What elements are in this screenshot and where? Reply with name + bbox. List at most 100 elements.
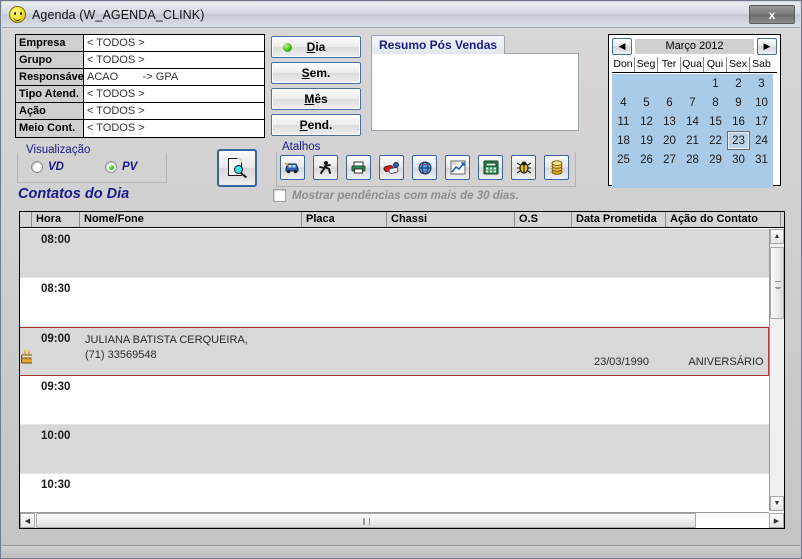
calendar-day-cell[interactable]: 19 [635,131,658,150]
calendar-day-cell[interactable]: 12 [635,112,658,131]
preview-report-button[interactable] [217,149,257,187]
calendar-day-cell[interactable]: 21 [681,131,704,150]
calendar-day-cell[interactable]: 29 [704,150,727,169]
calendar-day-cell[interactable]: 31 [750,150,773,169]
radio-pv[interactable]: PV [105,161,137,173]
scroll-right-button[interactable]: ▶ [769,513,784,528]
atalho-button-calculator[interactable] [478,155,503,180]
calendar-day-cell[interactable]: 17 [750,112,773,131]
calendar-day-cell[interactable]: 15 [704,112,727,131]
atalho-button-coins[interactable] [544,155,569,180]
calendar-day-cell[interactable]: 6 [658,93,681,112]
column-header-nome-fone[interactable]: Nome/Fone [80,212,302,227]
calendar-day-cell[interactable]: 10 [750,93,773,112]
visualizacao-group: Visualização VD PV [17,144,167,185]
table-row[interactable]: 09:30 [20,376,769,425]
calendar-day-cell[interactable]: 11 [612,112,635,131]
calendar-next-month-button[interactable]: ▶ [757,38,777,55]
filter-label: Empresa [16,35,84,51]
atalho-button-bug[interactable] [511,155,536,180]
mostrar-pendencias-label: Mostrar pendências com mais de 30 dias. [292,189,519,202]
atalho-button-printer[interactable] [346,155,371,180]
calendar-day-cell[interactable]: 4 [612,93,635,112]
calendar-day-cell[interactable]: 8 [704,93,727,112]
scroll-up-button[interactable]: ▲ [770,229,784,244]
calendar-blank-cell [658,169,681,188]
radio-indicator[interactable] [31,161,43,173]
vertical-scroll-thumb[interactable] [770,247,784,319]
row-icon-cell [20,278,32,326]
column-header-placa[interactable]: Placa [302,212,387,227]
calendar-day-cell[interactable]: 24 [750,131,773,150]
calendar-day-cell[interactable]: 3 [750,74,773,93]
calendar-day-cell[interactable]: 9 [727,93,750,112]
radio-vd[interactable]: VD [31,161,64,173]
mode-button-m[interactable]: Mês [271,88,361,110]
calendar-day-cell[interactable]: 5 [635,93,658,112]
atalho-button-chart-growth[interactable] [445,155,470,180]
window-title: Agenda (W_AGENDA_CLINK) [32,7,205,22]
mode-button-s[interactable]: Sem. [271,62,361,84]
resumo-tab-label[interactable]: Resumo Pós Vendas [371,35,506,54]
scroll-left-button[interactable]: ◀ [20,513,35,528]
atalho-button-car[interactable] [280,155,305,180]
cell-acao-contato [666,278,769,326]
close-button[interactable]: x [749,5,795,24]
calendar-day-cell[interactable]: 13 [658,112,681,131]
atalho-button-running-person[interactable] [313,155,338,180]
calendar-day-cell[interactable]: 18 [612,131,635,150]
calendar-blank-cell [658,74,681,93]
calendar-blank-cell [612,74,635,93]
column-header-hora[interactable]: Hora [32,212,80,227]
calendar-day-cell[interactable]: 26 [635,150,658,169]
calendar-day-cell[interactable]: 30 [727,150,750,169]
scroll-down-button[interactable]: ▼ [770,496,784,511]
calendar-weekday: Sab [752,58,771,70]
calendar-day-cell[interactable]: 2 [727,74,750,93]
filter-value-input[interactable]: ACAO -> GPA [84,69,264,85]
atalho-button-pills[interactable] [379,155,404,180]
mode-button-d[interactable]: Dia [271,36,361,58]
table-row[interactable]: 08:30 [20,278,769,327]
table-row[interactable]: 08:00 [20,229,769,278]
cell-data-prometida [572,376,666,424]
calendar-widget: ◀ Março 2012 ▶ Don Seg Ter Qua Qui Sex Sab 123… [608,34,781,188]
mostrar-pendencias-checkbox-row[interactable]: Mostrar pendências com mais de 30 dias. [273,189,519,202]
table-vertical-scrollbar[interactable]: ▲ ▼ [769,229,784,511]
radio-label: VD [48,161,64,173]
calendar-day-cell[interactable]: 7 [681,93,704,112]
calendar-day-cell[interactable]: 28 [681,150,704,169]
table-row[interactable]: 10:30 [20,474,769,511]
calendar-day-cell[interactable]: 16 [727,112,750,131]
table-row[interactable]: 10:00 [20,425,769,474]
filter-label: Tipo Atend. [16,86,84,102]
calendar-day-cell[interactable]: 1 [704,74,727,93]
calendar-day-cell[interactable]: 27 [658,150,681,169]
atalho-button-globe[interactable] [412,155,437,180]
filter-value-input[interactable]: < TODOS > [84,103,264,119]
cell-acao-contato: ANIVERSÁRIO [688,356,764,368]
filter-value-input[interactable]: < TODOS > [84,86,264,102]
column-header-data-prometida[interactable]: Data Prometida [572,212,666,227]
cell-chassi [387,425,515,473]
filter-value-input[interactable]: < TODOS > [84,120,264,137]
filter-value-input[interactable]: < TODOS > [84,52,264,68]
radio-indicator[interactable] [105,161,117,173]
column-header-o-s[interactable]: O.S [515,212,572,227]
column-header-chassi[interactable]: Chassi [387,212,515,227]
mostrar-pendencias-checkbox[interactable] [273,189,286,202]
column-header-a-o-do-contato[interactable]: Ação do Contato [666,212,781,227]
calendar-day-cell[interactable]: 14 [681,112,704,131]
filter-value-input[interactable]: < TODOS > [84,35,264,51]
calendar-day-cell[interactable]: 20 [658,131,681,150]
horizontal-scroll-thumb[interactable] [36,513,696,528]
calendar-day-selected[interactable]: 23 [727,131,750,150]
filter-row: Tipo Atend. < TODOS > [16,86,264,103]
calendar-day-cell[interactable]: 25 [612,150,635,169]
cell-nome-fone [80,278,302,326]
calendar-day-cell[interactable]: 22 [704,131,727,150]
table-row[interactable]: 09:00 JULIANA BATISTA CERQUEIRA, (71) 335… [20,327,769,376]
mode-button-p[interactable]: Pend. [271,114,361,136]
table-horizontal-scrollbar[interactable]: ◀ ▶ [20,512,784,528]
calendar-prev-month-button[interactable]: ◀ [612,38,632,55]
